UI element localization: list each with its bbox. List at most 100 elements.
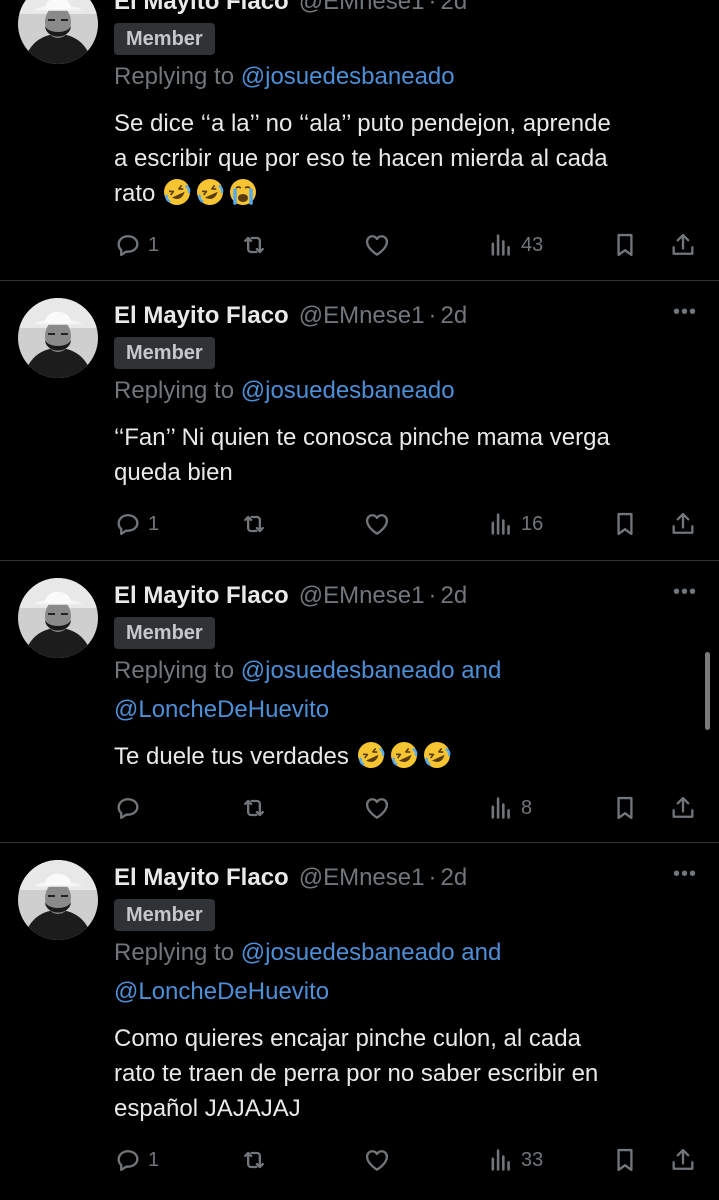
rofl-emoji-icon	[389, 742, 422, 770]
views-count: 33	[521, 1148, 544, 1171]
replying-to-label: Replying to	[114, 657, 235, 684]
member-badge: Member	[114, 899, 215, 931]
post-text-line: rato	[114, 180, 156, 207]
speech-bubble-icon	[114, 1146, 142, 1174]
replies-count: 1	[148, 1148, 160, 1171]
speech-bubble-icon	[114, 510, 142, 538]
replying-to-label: Replying to	[114, 939, 235, 966]
member-badge: Member	[114, 617, 215, 649]
separator-dot: ·	[428, 582, 437, 609]
more-dots-icon[interactable]: •••	[670, 864, 700, 888]
reply-button[interactable]: 1	[114, 1143, 159, 1177]
bookmark-icon	[611, 1146, 639, 1174]
views-button[interactable]: 8	[487, 791, 532, 825]
more-dots-icon[interactable]: •••	[670, 302, 700, 326]
avatar[interactable]	[18, 860, 98, 940]
avatar[interactable]	[18, 578, 98, 658]
display-name[interactable]: El Mayito Flaco	[114, 302, 289, 330]
bar-chart-icon	[487, 231, 515, 259]
like-button[interactable]	[363, 507, 397, 541]
member-badge: Member	[114, 23, 215, 55]
more-dots-icon[interactable]: •••	[670, 582, 700, 606]
user-handle[interactable]: @EMnese1	[299, 0, 425, 16]
mention-link[interactable]: @josuedesbaneado	[241, 939, 455, 966]
post-text-line: a escribir que por eso te hacen mierda a…	[114, 145, 608, 172]
views-button[interactable]: 33	[487, 1143, 543, 1177]
timestamp[interactable]: 2d	[440, 864, 467, 892]
like-button[interactable]	[363, 228, 397, 262]
action-bar: 1 16	[114, 507, 704, 541]
timestamp[interactable]: 2d	[440, 0, 467, 16]
separator-dot: ·	[428, 302, 437, 329]
mention-link[interactable]: @josuedesbaneado	[241, 63, 455, 90]
post-text-line: ‘‘Fan’’ Ni quien te conosca pinche mama …	[114, 424, 610, 451]
post-text: Te duele tus verdades	[114, 739, 699, 774]
share-button[interactable]	[669, 507, 697, 541]
like-button[interactable]	[363, 1143, 397, 1177]
loudly-crying-emoji-icon	[228, 179, 261, 207]
divider	[0, 280, 719, 281]
repost-arrows-icon	[240, 1146, 268, 1174]
mention-link[interactable]: @josuedesbaneado	[241, 377, 455, 404]
more-dots-icon[interactable]: •••	[670, 0, 700, 12]
rofl-emoji-icon	[195, 179, 228, 207]
repost-arrows-icon	[240, 231, 268, 259]
bookmark-button[interactable]	[611, 507, 639, 541]
user-handle[interactable]: @EMnese1	[299, 582, 425, 610]
display-name[interactable]: El Mayito Flaco	[114, 864, 289, 892]
reply-button[interactable]	[114, 791, 148, 825]
share-upload-icon	[669, 1146, 697, 1174]
share-upload-icon	[669, 231, 697, 259]
display-name[interactable]: El Mayito Flaco	[114, 0, 289, 16]
post-header: El Mayito Flaco @EMnese1 · 2d	[114, 579, 467, 613]
post-text-line: queda bien	[114, 459, 233, 486]
and-word: and	[461, 939, 502, 966]
bookmark-icon	[611, 510, 639, 538]
action-bar: 1 43	[114, 228, 704, 262]
divider	[0, 560, 719, 561]
action-bar: 8	[114, 791, 704, 825]
timestamp[interactable]: 2d	[440, 302, 467, 330]
mention-link[interactable]: @LoncheDeHuevito	[114, 696, 329, 723]
repost-button[interactable]	[240, 228, 274, 262]
post-text: Se dice ‘‘a la’’ no ‘‘ala’’ puto pendejo…	[114, 106, 699, 211]
post-header: El Mayito Flaco @EMnese1 · 2d	[114, 0, 467, 19]
share-upload-icon	[669, 510, 697, 538]
display-name[interactable]: El Mayito Flaco	[114, 582, 289, 610]
reply-button[interactable]: 1	[114, 228, 159, 262]
rofl-emoji-icon	[356, 742, 389, 770]
bookmark-icon	[611, 231, 639, 259]
mention-link[interactable]: @LoncheDeHuevito	[114, 978, 329, 1005]
mention-link[interactable]: @josuedesbaneado	[241, 657, 455, 684]
post-header: El Mayito Flaco @EMnese1 · 2d	[114, 299, 467, 333]
replying-to: Replying to @josuedesbaneado	[114, 371, 704, 410]
bookmark-button[interactable]	[611, 791, 639, 825]
avatar[interactable]	[18, 298, 98, 378]
bar-chart-icon	[487, 1146, 515, 1174]
post-text: Como quieres encajar pinche culon, al ca…	[114, 1021, 699, 1126]
share-button[interactable]	[669, 228, 697, 262]
repost-button[interactable]	[240, 1143, 274, 1177]
reply-button[interactable]: 1	[114, 507, 159, 541]
replying-to: Replying to @josuedesbaneado and @LoncheD…	[114, 651, 704, 729]
repost-button[interactable]	[240, 507, 274, 541]
heart-icon	[363, 231, 391, 259]
post-text-line: Te duele tus verdades	[114, 743, 349, 770]
views-count: 8	[521, 796, 533, 819]
user-handle[interactable]: @EMnese1	[299, 302, 425, 330]
timestamp[interactable]: 2d	[440, 582, 467, 610]
user-handle[interactable]: @EMnese1	[299, 864, 425, 892]
bookmark-button[interactable]	[611, 1143, 639, 1177]
scrollbar[interactable]	[705, 652, 710, 730]
views-button[interactable]: 43	[487, 228, 543, 262]
like-button[interactable]	[363, 791, 397, 825]
repost-button[interactable]	[240, 791, 274, 825]
bar-chart-icon	[487, 794, 515, 822]
bookmark-button[interactable]	[611, 228, 639, 262]
avatar[interactable]	[18, 0, 98, 64]
action-bar: 1 33	[114, 1143, 704, 1177]
share-button[interactable]	[669, 791, 697, 825]
replying-to-label: Replying to	[114, 377, 235, 404]
views-button[interactable]: 16	[487, 507, 543, 541]
share-button[interactable]	[669, 1143, 697, 1177]
